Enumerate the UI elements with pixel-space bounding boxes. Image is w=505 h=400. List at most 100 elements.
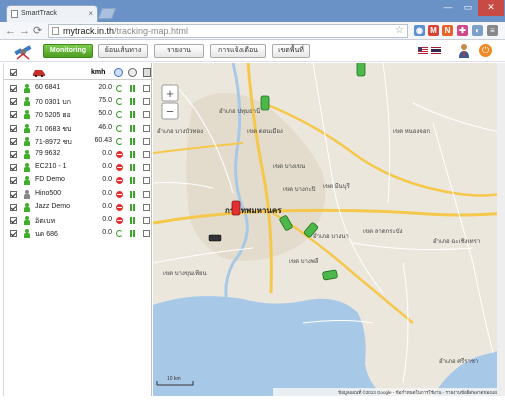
vehicle-option-checkbox[interactable] — [143, 98, 150, 106]
vehicle-checkbox[interactable] — [10, 203, 17, 211]
vehicle-checkbox[interactable] — [10, 111, 17, 119]
label-district-8: อำเภอ ฉะเชิงเทรา — [433, 238, 480, 245]
select-all-checkbox[interactable] — [10, 69, 17, 76]
label-district-2: เขต บางเขน — [273, 164, 305, 170]
vehicle-option-checkbox[interactable] — [143, 151, 150, 158]
map-view[interactable]: กรุงเทพมหานคร อำเภอ ปทุมธานี เขต ดอนเมือ… — [153, 63, 505, 396]
nav-alerts[interactable]: การแจ้งเตือน — [210, 44, 266, 58]
vehicle-row[interactable]: อิตเบท 0.0 — [4, 214, 153, 227]
signal-icon — [130, 177, 136, 185]
nav-route-history[interactable]: ย้อนเส้นทาง — [98, 44, 148, 58]
vehicle-checkbox[interactable] — [10, 164, 17, 172]
vehicle-option-checkbox[interactable] — [143, 164, 150, 172]
nav-monitoring[interactable]: Monitoring — [43, 44, 93, 58]
vehicle-row[interactable]: 71 0683 ชบ 46.0 — [4, 122, 153, 135]
rss-extension-icon[interactable]: N — [442, 25, 453, 36]
vehicle-row[interactable]: FD Demo 0.0 — [4, 174, 153, 187]
speed-header: kmh — [91, 69, 106, 76]
tab-close-icon[interactable]: × — [88, 6, 93, 22]
logout-power-icon[interactable]: ⏻ — [479, 44, 492, 57]
camera-extension-icon[interactable]: ◉ — [414, 25, 425, 36]
browser-tab[interactable]: SmartTrack × — [6, 5, 98, 22]
close-window-button[interactable]: ✕ — [478, 0, 504, 16]
vehicle-row[interactable]: 70 0301 บก 75.0 — [4, 95, 153, 108]
nav-reports[interactable]: รายงาน — [154, 44, 204, 58]
vehicle-name[interactable]: 70 5205 ฮอ — [35, 110, 71, 121]
vehicle-row[interactable]: Hino500 0.0 — [4, 188, 153, 201]
label-district-5: เขต บางกะปิ — [283, 186, 316, 193]
moving-status-icon — [116, 111, 123, 119]
vehicle-name[interactable]: 60 6841 — [35, 84, 60, 91]
vehicle-checkbox[interactable] — [10, 151, 17, 158]
vehicle-checkbox[interactable] — [10, 177, 17, 185]
vehicle-option-checkbox[interactable] — [143, 217, 150, 224]
vehicle-marker[interactable] — [260, 95, 270, 111]
vehicle-checkbox[interactable] — [10, 230, 17, 238]
mail-extension-icon[interactable]: M — [428, 25, 439, 36]
label-district-4: เขต ลาดกระบัง — [363, 228, 403, 235]
vehicle-row[interactable]: Jazz Demo 0.0 — [4, 201, 153, 214]
vehicle-name[interactable]: 79 9632 — [35, 150, 60, 157]
settings-extension-icon[interactable]: ◐ — [472, 25, 483, 36]
vehicle-row[interactable]: 79 9632 0.0 — [4, 148, 153, 161]
vehicle-name[interactable]: FD Demo — [35, 176, 65, 183]
vehicle-name[interactable]: 71 0683 ชบ — [35, 124, 71, 135]
vehicle-table-header: kmh — [4, 66, 153, 80]
signal-icon — [130, 164, 136, 172]
vehicle-option-checkbox[interactable] — [143, 137, 150, 145]
vehicle-row[interactable]: 71-8972 ชบ 60.43 — [4, 135, 153, 148]
english-flag-icon[interactable] — [418, 47, 428, 54]
moving-status-icon — [116, 98, 123, 106]
vehicle-pin-icon — [24, 150, 30, 159]
page-scrollbar[interactable] — [497, 63, 505, 396]
vehicle-name[interactable]: 71-8972 ชบ — [35, 137, 72, 148]
nav-zones[interactable]: เขตพื้นที่ — [272, 44, 310, 58]
vehicle-option-checkbox[interactable] — [143, 203, 150, 211]
vehicle-speed: 0.0 — [102, 229, 112, 237]
vehicle-pin-icon — [24, 202, 30, 212]
vehicle-checkbox[interactable] — [10, 98, 17, 106]
maximize-button[interactable]: ▭ — [458, 0, 478, 16]
vehicle-row[interactable]: EC210 - 1 0.0 — [4, 161, 153, 174]
vehicle-marker-dark[interactable] — [208, 234, 222, 242]
vehicle-marker[interactable] — [356, 63, 366, 77]
vehicle-option-checkbox[interactable] — [143, 190, 150, 198]
vehicle-option-checkbox[interactable] — [143, 111, 150, 119]
vehicle-row[interactable]: 70 5205 ฮอ 50.0 — [4, 108, 153, 121]
page-icon — [52, 27, 59, 35]
pin-extension-icon[interactable]: ✚ — [457, 25, 468, 36]
page-favicon-icon — [11, 10, 18, 18]
vehicle-marker-selected[interactable] — [231, 200, 241, 216]
chrome-menu-icon[interactable]: ≡ — [487, 25, 498, 36]
vehicle-checkbox[interactable] — [10, 217, 17, 224]
vehicle-checkbox[interactable] — [10, 137, 17, 145]
vehicle-checkbox[interactable] — [10, 124, 17, 132]
label-district-3: เขต มีนบุรี — [323, 182, 351, 190]
vehicle-name[interactable]: Hino500 — [35, 190, 61, 197]
vehicle-checkbox[interactable] — [10, 85, 17, 92]
vehicle-pin-icon — [24, 229, 30, 239]
map-attribution[interactable]: ข้อมูลแผนที่ ©2013 Google - ข้อกำหนดในกา… — [338, 389, 503, 396]
back-icon[interactable]: ← — [5, 24, 16, 38]
vehicle-name[interactable]: อิตเบท — [35, 216, 55, 227]
vehicle-option-checkbox[interactable] — [143, 124, 150, 132]
vehicle-name[interactable]: Jazz Demo — [35, 203, 70, 210]
reload-icon[interactable]: ⟳ — [33, 24, 42, 38]
vehicle-option-checkbox[interactable] — [143, 177, 150, 185]
vehicle-option-checkbox[interactable] — [143, 85, 150, 92]
vehicle-name[interactable]: EC210 - 1 — [35, 163, 67, 170]
address-bar[interactable]: mytrack.in.th/tracking-map.html ☆ — [48, 24, 408, 38]
vehicle-checkbox[interactable] — [10, 190, 17, 198]
bookmark-star-icon[interactable]: ☆ — [395, 25, 404, 37]
vehicle-row[interactable]: 60 6841 20.0 — [4, 82, 153, 95]
minimize-button[interactable]: — — [438, 0, 458, 16]
map-canvas[interactable]: กรุงเทพมหานคร อำเภอ ปทุมธานี เขต ดอนเมือ… — [153, 63, 505, 396]
vehicle-name[interactable]: นด 686 — [35, 229, 58, 240]
vehicle-row[interactable]: นด 686 0.0 — [4, 227, 153, 240]
forward-icon[interactable]: → — [19, 24, 30, 38]
vehicle-speed: 0.0 — [102, 216, 112, 223]
thai-flag-icon[interactable] — [431, 47, 441, 54]
vehicle-name[interactable]: 70 0301 บก — [35, 97, 71, 108]
user-account-icon[interactable] — [458, 43, 470, 59]
vehicle-option-checkbox[interactable] — [143, 230, 150, 238]
